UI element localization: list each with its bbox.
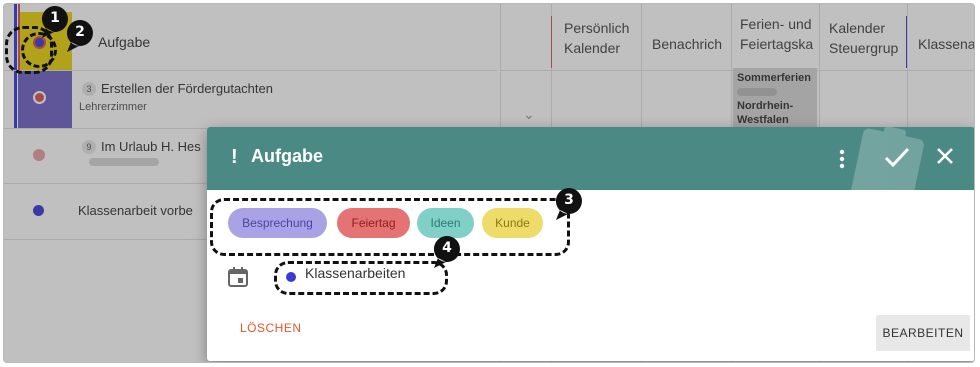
delete-button[interactable]: LÖSCHEN bbox=[240, 321, 302, 335]
callout-number-4: 4 bbox=[442, 240, 452, 256]
callout-number-1: 1 bbox=[50, 10, 60, 26]
app-window: Aufgabe 3 Erstellen der Fördergutachten L… bbox=[3, 3, 975, 363]
check-icon[interactable] bbox=[883, 145, 911, 169]
callout-number-3: 3 bbox=[564, 192, 574, 208]
edit-button[interactable]: BEARBEITEN bbox=[876, 315, 970, 351]
callout-box-4 bbox=[274, 261, 448, 295]
calendar-icon bbox=[228, 267, 248, 287]
priority-icon: ! bbox=[231, 146, 238, 168]
dialog-title: Aufgabe bbox=[251, 146, 323, 166]
callout-number-2: 2 bbox=[75, 24, 85, 40]
dialog-header: ! Aufgabe bbox=[207, 127, 974, 190]
callout-box-3 bbox=[210, 198, 570, 256]
close-icon[interactable] bbox=[935, 146, 955, 166]
more-vertical-icon[interactable] bbox=[835, 147, 849, 171]
